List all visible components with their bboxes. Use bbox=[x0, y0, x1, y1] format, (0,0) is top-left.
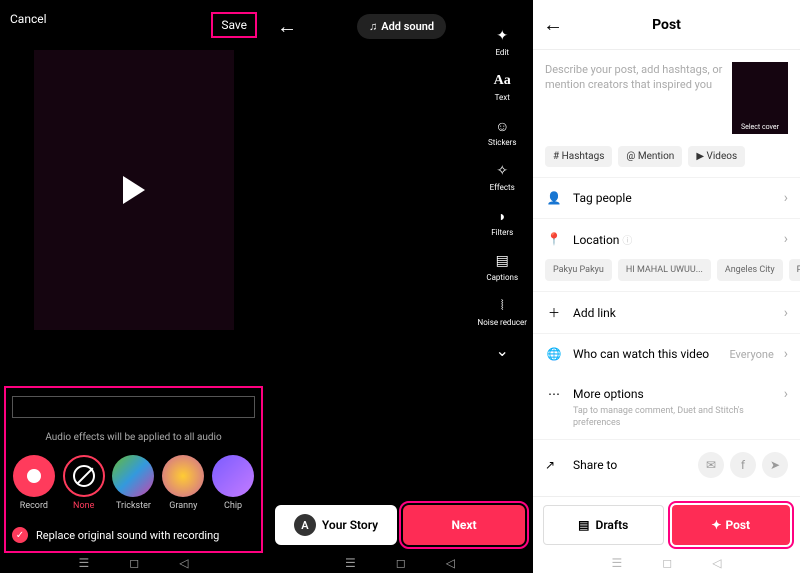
editor-tools: ✦Edit AaText ☺Stickers ✧Effects ◗Filters… bbox=[477, 26, 527, 360]
audio-panel: Audio effects will be applied to all aud… bbox=[4, 386, 263, 553]
effect-record[interactable]: Record bbox=[12, 455, 56, 511]
telegram-icon[interactable]: ➤ bbox=[762, 452, 788, 478]
globe-icon: 🌐 bbox=[545, 347, 563, 361]
music-note-icon: ♫ bbox=[369, 20, 377, 33]
sparkle-icon: ✧ bbox=[492, 161, 512, 181]
tool-stickers[interactable]: ☺Stickers bbox=[488, 116, 517, 147]
video-preview[interactable] bbox=[34, 50, 234, 330]
more-icon: ⋯ bbox=[545, 387, 563, 401]
mic-icon bbox=[27, 469, 41, 483]
effect-trickster[interactable]: Trickster bbox=[112, 455, 156, 511]
tag-people-row[interactable]: 👤 Tag people › bbox=[533, 177, 800, 218]
location-suggestions: Pakyu Pakyu HI MAHAL UWUU... Angeles Cit… bbox=[533, 259, 800, 291]
noise-icon: ⦚ bbox=[492, 296, 512, 316]
tool-noise[interactable]: ⦚Noise reducer bbox=[477, 296, 527, 327]
post-screen: ← Post Describe your post, add hashtags,… bbox=[533, 0, 800, 573]
videos-chip[interactable]: ▶ Videos bbox=[688, 146, 745, 167]
sparkle-icon: ✦ bbox=[711, 518, 721, 532]
share-icon: ↗ bbox=[545, 458, 563, 472]
hashtags-chip[interactable]: # Hashtags bbox=[545, 146, 612, 167]
your-story-button[interactable]: A Your Story bbox=[275, 505, 397, 545]
effect-none[interactable]: None bbox=[62, 455, 106, 511]
home-icon[interactable]: ◻ bbox=[129, 556, 139, 570]
audio-hint: Audio effects will be applied to all aud… bbox=[12, 432, 255, 443]
share-row: ↗ Share to ✉ f ➤ bbox=[533, 439, 800, 490]
more-options-row[interactable]: ⋯ More options › bbox=[533, 374, 800, 406]
tool-effects[interactable]: ✧Effects bbox=[490, 161, 515, 192]
android-navbar: ☰ ◻ ◁ bbox=[267, 553, 533, 573]
recent-icon[interactable]: ☰ bbox=[345, 556, 356, 570]
tool-filters[interactable]: ◗Filters bbox=[491, 206, 513, 237]
none-icon bbox=[73, 465, 95, 487]
mention-chip[interactable]: @ Mention bbox=[618, 146, 682, 167]
captions-icon: ▤ bbox=[492, 251, 512, 271]
back-icon[interactable]: ◁ bbox=[712, 556, 721, 570]
location-row[interactable]: 📍 Location ⓘ › bbox=[533, 218, 800, 259]
page-title: Post bbox=[563, 17, 770, 33]
replace-sound-toggle[interactable]: ✓ Replace original sound with recording bbox=[12, 527, 255, 543]
chevron-right-icon: › bbox=[784, 190, 788, 206]
sticker-icon: ☺ bbox=[492, 116, 512, 136]
edit-icon: ✦ bbox=[492, 26, 512, 46]
chevron-right-icon: › bbox=[784, 231, 788, 247]
effect-chip[interactable]: Chip bbox=[211, 455, 255, 511]
effects-row: Record None Trickster Granny Chip bbox=[12, 455, 255, 511]
chevron-right-icon: › bbox=[784, 305, 788, 321]
home-icon[interactable]: ◻ bbox=[662, 556, 672, 570]
filters-icon: ◗ bbox=[492, 206, 512, 226]
location-chip[interactable]: Pa bbox=[789, 259, 800, 281]
back-button[interactable]: ← bbox=[543, 12, 563, 37]
back-icon[interactable]: ◁ bbox=[179, 556, 188, 570]
check-icon: ✓ bbox=[12, 527, 28, 543]
avatar: A bbox=[294, 514, 316, 536]
back-icon[interactable]: ◁ bbox=[446, 556, 455, 570]
tool-text[interactable]: AaText bbox=[492, 71, 512, 102]
caption-input[interactable]: Describe your post, add hashtags, or men… bbox=[545, 62, 724, 134]
tool-captions[interactable]: ▤Captions bbox=[486, 251, 518, 282]
recent-icon[interactable]: ☰ bbox=[612, 556, 623, 570]
chevron-right-icon: › bbox=[784, 386, 788, 402]
location-chip[interactable]: HI MAHAL UWUU... bbox=[618, 259, 711, 281]
save-button[interactable]: Save bbox=[211, 12, 257, 38]
chevron-down-icon[interactable]: ⌄ bbox=[496, 341, 509, 360]
add-link-row[interactable]: ＋ Add link › bbox=[533, 291, 800, 333]
messenger-icon[interactable]: ✉ bbox=[698, 452, 724, 478]
person-icon: 👤 bbox=[545, 191, 563, 205]
chevron-right-icon: › bbox=[784, 346, 788, 362]
privacy-row[interactable]: 🌐 Who can watch this video Everyone › bbox=[533, 333, 800, 374]
home-icon[interactable]: ◻ bbox=[396, 556, 406, 570]
cancel-button[interactable]: Cancel bbox=[10, 12, 47, 38]
effect-granny[interactable]: Granny bbox=[161, 455, 205, 511]
plus-icon: ＋ bbox=[545, 304, 563, 321]
waveform-input[interactable] bbox=[12, 396, 255, 418]
drafts-icon: ▤ bbox=[578, 518, 589, 532]
more-subtext: Tap to manage comment, Duet and Stitch's… bbox=[533, 406, 800, 439]
android-navbar: ☰ ◻ ◁ bbox=[0, 553, 267, 573]
next-button[interactable]: Next bbox=[403, 505, 525, 545]
add-sound-button[interactable]: ♫ Add sound bbox=[357, 14, 446, 39]
pin-icon: 📍 bbox=[545, 232, 563, 246]
audio-effects-screen: Cancel Save Audio effects will be applie… bbox=[0, 0, 267, 573]
recent-icon[interactable]: ☰ bbox=[79, 556, 90, 570]
location-chip[interactable]: Angeles City bbox=[717, 259, 783, 281]
tool-edit[interactable]: ✦Edit bbox=[492, 26, 512, 57]
post-button[interactable]: ✦ Post bbox=[672, 505, 791, 545]
facebook-icon[interactable]: f bbox=[730, 452, 756, 478]
play-icon[interactable] bbox=[123, 176, 145, 204]
cover-selector[interactable]: Select cover bbox=[732, 62, 788, 134]
text-icon: Aa bbox=[492, 71, 512, 91]
drafts-button[interactable]: ▤ Drafts bbox=[543, 505, 664, 545]
back-button[interactable]: ← bbox=[277, 14, 297, 39]
android-navbar: ☰ ◻ ◁ bbox=[533, 553, 800, 573]
location-chip[interactable]: Pakyu Pakyu bbox=[545, 259, 612, 281]
editor-screen: ← ♫ Add sound ✦Edit AaText ☺Stickers ✧Ef… bbox=[267, 0, 533, 573]
